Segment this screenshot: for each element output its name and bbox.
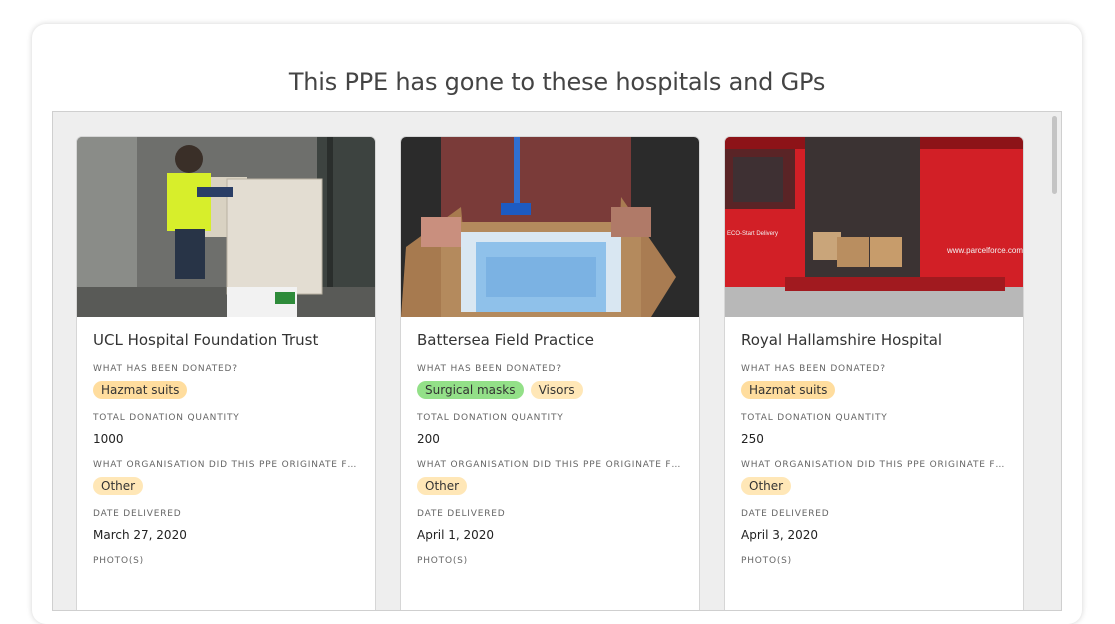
card-photo [77, 137, 375, 317]
date-label: Date delivered [417, 509, 506, 519]
van-url-text: www.parcelforce.com [946, 246, 1023, 255]
photos-label: Photo(s) [741, 556, 792, 566]
donated-label: What has been donated? [741, 364, 886, 374]
organisation-tag: Other [741, 477, 792, 495]
date-label: Date delivered [93, 509, 182, 519]
date-value: April 1, 2020 [417, 528, 495, 542]
quantity-label: Total donation quantity [93, 413, 240, 423]
record-card[interactable]: ECO-Start Delivery www.parcelforce.com R… [724, 136, 1024, 610]
donated-tag: Visors [530, 381, 583, 399]
organisation-tag: Other [93, 477, 144, 495]
quantity-value: 1000 [93, 432, 124, 446]
quantity-label: Total donation quantity [741, 413, 888, 423]
photos-label: Photo(s) [417, 556, 468, 566]
donated-label: What has been donated? [93, 364, 238, 374]
card-title: Royal Hallamshire Hospital [741, 331, 943, 349]
date-value: March 27, 2020 [93, 528, 187, 542]
quantity-label: Total donation quantity [417, 413, 564, 423]
date-label: Date delivered [741, 509, 830, 519]
donated-tag: Surgical masks [417, 381, 524, 399]
photos-label: Photo(s) [93, 556, 144, 566]
donated-label: What has been donated? [417, 364, 562, 374]
card-title: Battersea Field Practice [417, 331, 594, 349]
card-photo: ECO-Start Delivery www.parcelforce.com [725, 137, 1023, 317]
date-value: April 3, 2020 [741, 528, 819, 542]
donated-tag: Hazmat suits [741, 381, 836, 399]
organisation-label: What organisation did this PPE originate… [417, 460, 683, 470]
quantity-value: 250 [741, 432, 764, 446]
record-card[interactable]: Battersea Field Practice What has been d… [400, 136, 700, 610]
van-delivery-text: ECO-Start Delivery [727, 231, 778, 237]
organisation-tag: Other [417, 477, 468, 495]
record-card[interactable]: UCL Hospital Foundation Trust What has b… [76, 136, 376, 610]
organisation-label: What organisation did this PPE originate… [741, 460, 1007, 470]
page-title: This PPE has gone to these hospitals and… [288, 68, 826, 96]
card-title: UCL Hospital Foundation Trust [93, 331, 319, 349]
quantity-value: 200 [417, 432, 440, 446]
vertical-scrollbar[interactable] [1052, 116, 1057, 194]
organisation-label: What organisation did this PPE originate… [93, 460, 359, 470]
donated-tag: Hazmat suits [93, 381, 188, 399]
card-gallery: UCL Hospital Foundation Trust What has b… [52, 111, 1062, 611]
card-photo [401, 137, 699, 317]
